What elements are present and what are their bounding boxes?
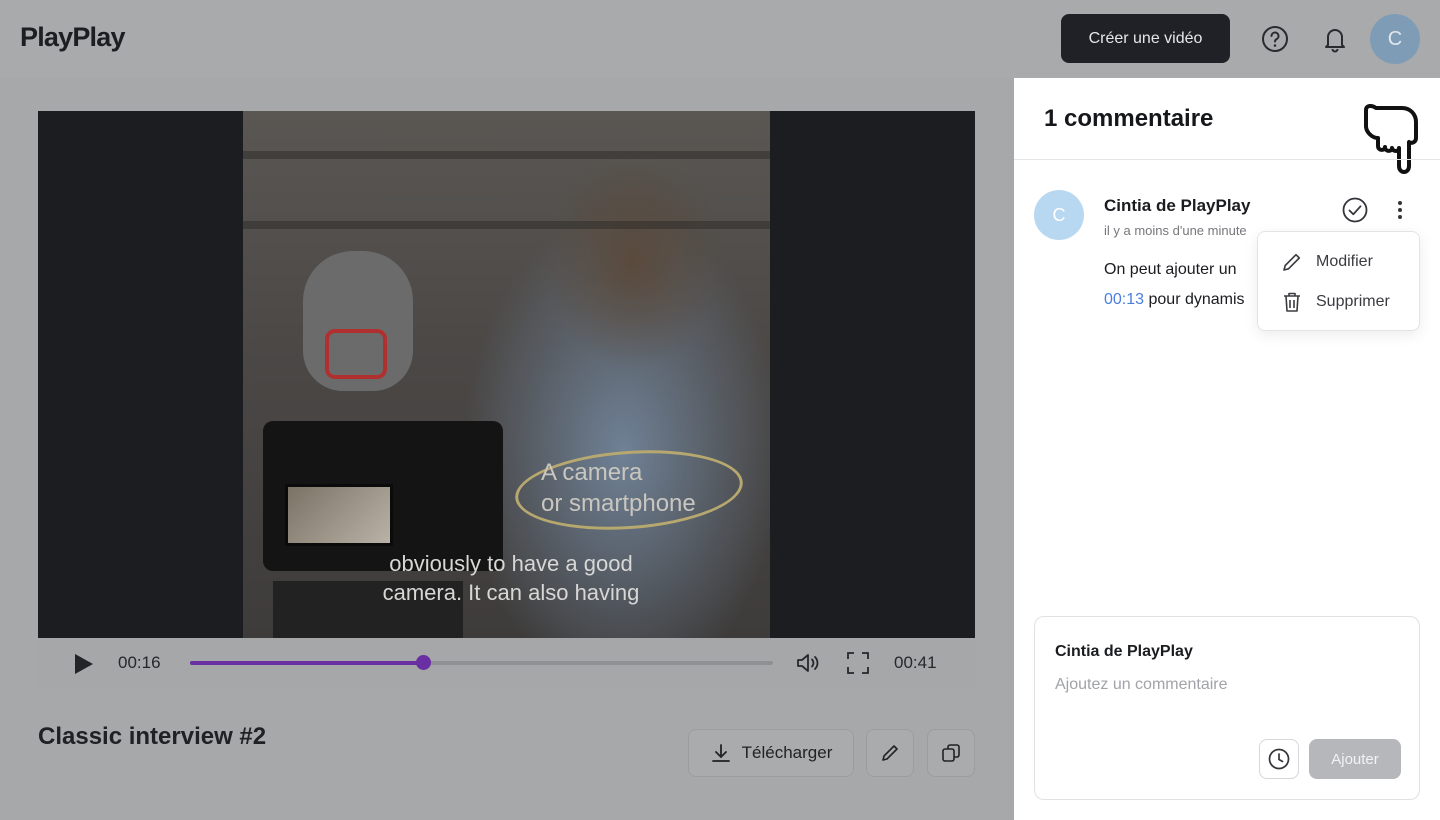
comment-avatar: C xyxy=(1034,190,1084,240)
hand-pointer-icon xyxy=(1364,103,1418,174)
fullscreen-icon[interactable] xyxy=(845,650,871,676)
download-button[interactable]: Télécharger xyxy=(688,729,854,777)
create-video-button[interactable]: Créer une vidéo xyxy=(1061,14,1230,63)
download-icon xyxy=(711,744,730,762)
duplicate-button[interactable] xyxy=(927,729,975,777)
comment-composer: Cintia de PlayPlay Ajouter xyxy=(1034,616,1420,800)
current-time: 00:16 xyxy=(118,653,161,672)
pencil-icon xyxy=(1283,253,1301,271)
comment-input[interactable] xyxy=(1055,673,1395,697)
video-player[interactable]: A camera or smartphone obviously to have… xyxy=(38,111,975,638)
more-options-icon[interactable] xyxy=(1392,196,1408,224)
menu-item-edit-label: Modifier xyxy=(1316,253,1373,270)
annotation-text-2: or smartphone xyxy=(541,490,696,517)
add-timestamp-button[interactable] xyxy=(1259,739,1299,779)
menu-item-edit[interactable]: Modifier xyxy=(1280,248,1373,276)
subtitle-line-1: obviously to have a good xyxy=(389,551,633,576)
comment-author: Cintia de PlayPlay xyxy=(1104,196,1251,215)
trash-icon xyxy=(1284,292,1300,312)
copy-icon xyxy=(942,744,960,762)
progress-thumb[interactable] xyxy=(416,655,432,670)
composer-author: Cintia de PlayPlay xyxy=(1055,643,1193,660)
menu-item-delete[interactable]: Supprimer xyxy=(1280,288,1390,316)
comment-options-menu: Modifier Supprimer xyxy=(1257,231,1420,331)
resolve-check-icon[interactable] xyxy=(1341,196,1369,224)
annotation-text-1: A camera xyxy=(541,459,643,486)
comment-time: il y a moins d'une minute xyxy=(1104,223,1247,238)
panel-divider xyxy=(1014,159,1440,160)
comments-panel: 1 commentaire C Cintia de PlayPlay il y … xyxy=(1014,78,1440,820)
progress-bar[interactable] xyxy=(190,655,773,670)
subtitle-line-2: camera. It can also having xyxy=(382,580,640,605)
comment-timestamp-link[interactable]: 00:13 xyxy=(1104,291,1144,308)
comment-text-rest: pour dynamis xyxy=(1144,291,1245,308)
playplay-logo[interactable]: PlayPlay xyxy=(20,22,125,53)
comment-text-line-2: 00:13 pour dynamis xyxy=(1104,285,1254,315)
bell-icon[interactable] xyxy=(1320,24,1350,54)
play-icon[interactable] xyxy=(75,654,93,674)
progress-fill xyxy=(190,661,424,665)
user-avatar[interactable]: C xyxy=(1370,14,1420,64)
clock-icon xyxy=(1268,748,1290,770)
volume-icon[interactable] xyxy=(795,650,821,676)
comment-text-line-1: On peut ajouter un xyxy=(1104,261,1237,278)
help-icon[interactable] xyxy=(1260,24,1290,54)
duration: 00:41 xyxy=(894,653,937,672)
pencil-icon xyxy=(882,745,898,761)
main-content: A camera or smartphone obviously to have… xyxy=(0,78,1014,820)
video-controls: 00:16 00:41 xyxy=(38,638,975,688)
edit-video-button[interactable] xyxy=(866,729,914,777)
video-frame-image: A camera or smartphone obviously to have… xyxy=(243,111,770,638)
add-comment-button[interactable]: Ajouter xyxy=(1309,739,1401,779)
menu-item-delete-label: Supprimer xyxy=(1316,293,1390,310)
comments-count-title: 1 commentaire xyxy=(1044,105,1214,132)
download-label: Télécharger xyxy=(741,743,833,762)
top-bar: PlayPlay Créer une vidéo C xyxy=(0,0,1440,78)
video-title: Classic interview #2 xyxy=(38,723,267,750)
